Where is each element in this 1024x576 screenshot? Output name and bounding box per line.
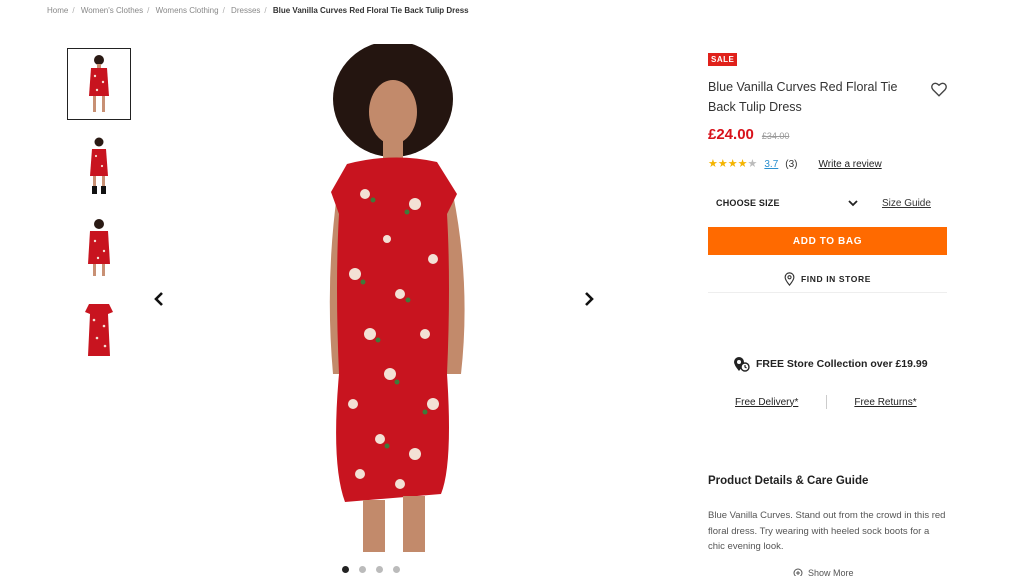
thumbnail-list: [67, 48, 132, 377]
gallery-dot[interactable]: [393, 566, 400, 573]
star-rating: ★ ★ ★ ★ ★: [708, 159, 757, 170]
dress-boots-thumbnail-image: [90, 137, 108, 194]
sale-badge: SALE: [708, 53, 738, 66]
size-row: CHOOSE SIZE Size Guide: [708, 191, 948, 215]
store-collection-info: FREE Store Collection over £19.99: [732, 355, 928, 373]
show-more-label: Show More: [808, 568, 854, 576]
gallery-next-button[interactable]: [579, 289, 599, 309]
free-returns-link[interactable]: Free Returns*: [854, 397, 916, 408]
product-info-panel: SALE Blue Vanilla Curves Red Floral Tie …: [708, 49, 948, 293]
breadcrumb-separator: /: [222, 6, 225, 15]
current-price: £24.00: [708, 126, 754, 143]
thumbnail-boots[interactable]: [68, 131, 130, 201]
rating-row: ★ ★ ★ ★ ★ 3.7 (3) Write a review: [708, 159, 948, 171]
breadcrumb-separator: /: [264, 6, 267, 15]
thumbnail-back[interactable]: [68, 213, 130, 283]
breadcrumb-separator: /: [72, 6, 75, 15]
divider: [826, 395, 828, 409]
free-delivery-link[interactable]: Free Delivery*: [735, 397, 798, 408]
price-row: £24.00 £34.00: [708, 126, 948, 143]
breadcrumb-dresses[interactable]: Dresses: [231, 6, 260, 15]
gallery-pagination: [342, 566, 400, 573]
map-pin-icon: [784, 271, 795, 286]
show-more-button[interactable]: Show More: [793, 568, 854, 576]
star-empty-icon: ★: [747, 158, 758, 170]
gallery-prev-button[interactable]: [149, 289, 169, 309]
find-in-store-label: FIND IN STORE: [801, 273, 871, 284]
gallery-dot[interactable]: [359, 566, 366, 573]
breadcrumb-womens-clothes[interactable]: Women's Clothes: [81, 6, 143, 15]
star-filled-icon: ★: [708, 158, 718, 170]
star-filled-icon: ★: [737, 158, 748, 170]
store-collection-text: FREE Store Collection over £19.99: [756, 358, 928, 370]
product-title: Blue Vanilla Curves Red Floral Tie Back …: [708, 80, 898, 114]
product-details-heading[interactable]: Product Details & Care Guide: [708, 475, 868, 487]
add-to-bag-button[interactable]: ADD TO BAG: [708, 227, 947, 255]
dress-back-thumbnail-image: [88, 219, 110, 276]
breadcrumb-home[interactable]: Home: [47, 6, 68, 15]
size-select[interactable]: CHOOSE SIZE: [708, 191, 862, 215]
gallery-dot[interactable]: [376, 566, 383, 573]
review-count: (3): [785, 159, 798, 170]
dress-front-thumbnail-image: [89, 55, 109, 112]
product-main-image[interactable]: [275, 44, 505, 552]
write-review-link[interactable]: Write a review: [819, 159, 882, 170]
was-price: £34.00: [761, 131, 790, 141]
product-description: Blue Vanilla Curves. Stand out from the …: [708, 510, 946, 552]
breadcrumb-separator: /: [147, 6, 150, 15]
delivery-links: Free Delivery* Free Returns*: [735, 395, 917, 409]
breadcrumb-womens-clothing[interactable]: Womens Clothing: [156, 6, 219, 15]
star-filled-icon: ★: [717, 158, 728, 170]
plus-circle-icon: [793, 568, 803, 576]
size-select-value: CHOOSE SIZE: [716, 198, 780, 208]
size-guide-link[interactable]: Size Guide: [882, 198, 931, 209]
gallery-dot[interactable]: [342, 566, 349, 573]
thumbnail-front[interactable]: [67, 48, 131, 120]
dress-flatlay-thumbnail-image: [85, 304, 113, 356]
product-gallery: [145, 44, 605, 554]
breadcrumb-current: Blue Vanilla Curves Red Floral Tie Back …: [272, 6, 469, 15]
breadcrumb: Home / Women's Clothes / Womens Clothing / …: [47, 6, 469, 15]
chevron-right-icon: [585, 292, 594, 306]
store-pin-icon: [734, 357, 750, 372]
chevron-down-icon: [848, 200, 858, 207]
heart-icon[interactable]: [930, 80, 948, 98]
chevron-left-icon: [154, 292, 163, 306]
title-row: Blue Vanilla Curves Red Floral Tie Back …: [708, 77, 948, 117]
rating-value-link[interactable]: 3.7: [764, 159, 778, 170]
thumbnail-flatlay[interactable]: [68, 295, 130, 365]
star-filled-icon: ★: [727, 158, 738, 170]
find-in-store-button[interactable]: FIND IN STORE: [708, 265, 947, 293]
